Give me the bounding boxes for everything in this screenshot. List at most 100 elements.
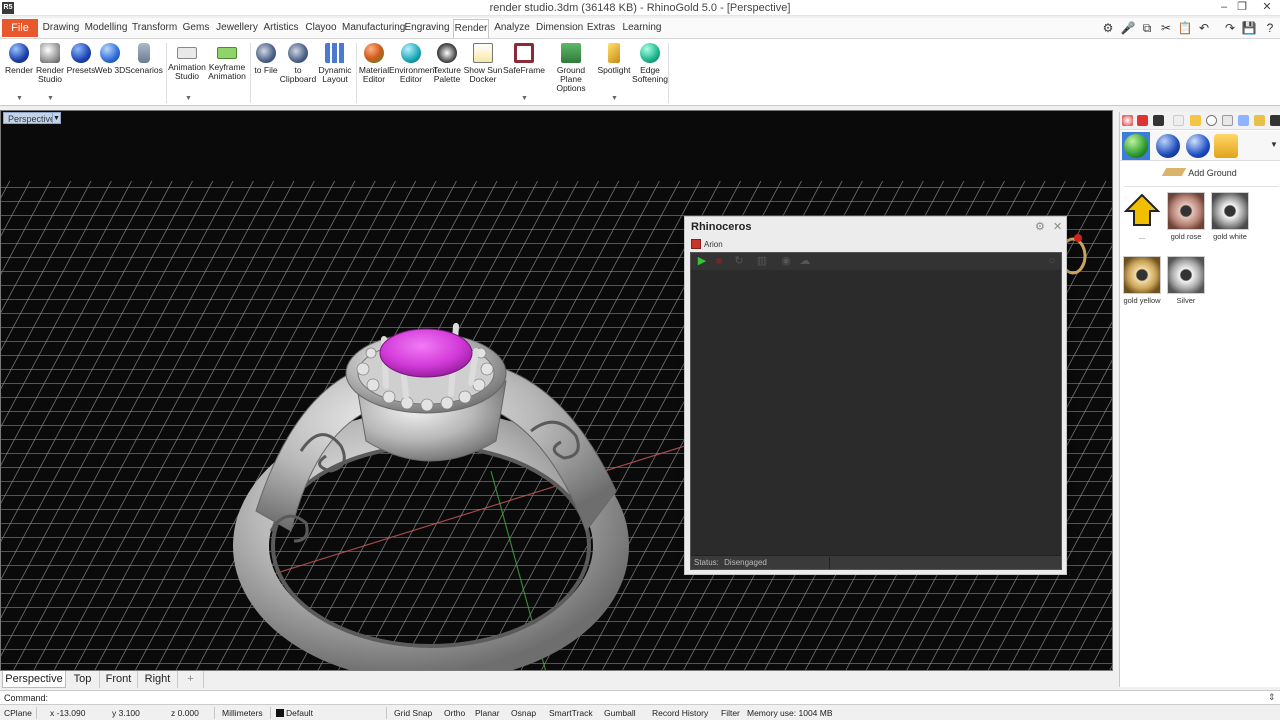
tab-analyze[interactable]: Analyze xyxy=(492,19,532,38)
view-tab-perspective[interactable]: Perspective xyxy=(2,671,66,688)
tab-arion[interactable]: Arion xyxy=(691,238,723,251)
tab-modelling[interactable]: Modelling xyxy=(84,19,128,38)
render-settings-icon[interactable] xyxy=(1270,115,1280,126)
tab-jewellery[interactable]: Jewellery xyxy=(216,19,258,38)
tab-render[interactable]: Render xyxy=(453,19,489,38)
panel-icon[interactable] xyxy=(1173,115,1184,126)
chevron-down-icon[interactable]: ▼ xyxy=(16,95,23,102)
save-render-icon[interactable]: ☁ xyxy=(799,255,811,267)
safeframe-icon xyxy=(514,43,534,63)
scenarios-button[interactable]: Scenarios xyxy=(122,43,166,75)
chevron-down-icon[interactable]: ▼ xyxy=(611,95,618,102)
add-ground-button[interactable]: Add Ground xyxy=(1120,164,1280,182)
folder-icon[interactable] xyxy=(1254,115,1265,126)
layer-label[interactable]: Default xyxy=(286,708,313,718)
tab-transform[interactable]: Transform xyxy=(132,19,177,38)
ortho-toggle[interactable]: Ortho xyxy=(444,708,465,718)
smarttrack-toggle[interactable]: SmartTrack xyxy=(549,708,593,718)
view-tab-top[interactable]: Top xyxy=(66,671,100,688)
view-tab-front[interactable]: Front xyxy=(100,671,138,688)
material-swatch[interactable]: ... xyxy=(1120,192,1164,242)
panel-title: Rhinoceros xyxy=(691,221,752,233)
gear-icon[interactable]: ⚙ xyxy=(1035,220,1045,233)
edge-softening-button[interactable]: Edge Softening xyxy=(628,43,672,84)
dynamic-layout-button[interactable]: Dynamic Layout xyxy=(313,43,357,84)
chevron-down-icon[interactable]: ▼ xyxy=(52,112,61,124)
material-swatch-silver[interactable]: Silver xyxy=(1164,256,1208,306)
view-tab-right[interactable]: Right xyxy=(138,671,178,688)
settings-icon[interactable]: ⚙ xyxy=(1100,20,1116,36)
gold-yellow-preview xyxy=(1123,256,1161,294)
material-swatch-gold-yellow[interactable]: gold yellow xyxy=(1120,256,1164,306)
tab-extras[interactable]: Extras xyxy=(584,19,618,38)
notes-icon[interactable] xyxy=(1222,115,1233,126)
gumball-toggle[interactable]: Gumball xyxy=(604,708,636,718)
camera-icon[interactable]: ◉ xyxy=(780,255,792,267)
x-coordinate: x -13.090 xyxy=(50,708,86,718)
cplane-label[interactable]: CPlane xyxy=(4,708,32,718)
environment-icon[interactable] xyxy=(1156,134,1180,158)
refresh-icon[interactable]: ↻ xyxy=(733,255,745,267)
planar-toggle[interactable]: Planar xyxy=(475,708,500,718)
help-icon[interactable]: ? xyxy=(1262,20,1278,36)
cut-icon[interactable]: ✂ xyxy=(1158,20,1174,36)
tab-learning[interactable]: Learning xyxy=(622,19,662,38)
save-icon[interactable]: 💾 xyxy=(1241,20,1257,36)
safeframe-button[interactable]: SafeFrame xyxy=(502,43,546,75)
record-history-toggle[interactable]: Record History xyxy=(652,708,708,718)
environment-icon xyxy=(401,43,421,63)
minimize-icon[interactable]: – xyxy=(1216,0,1232,16)
up-arrow-icon xyxy=(1123,192,1161,230)
osnap-toggle[interactable]: Osnap xyxy=(511,708,536,718)
close-icon[interactable]: ✕ xyxy=(1256,0,1278,16)
stats-icon[interactable]: ▥ xyxy=(756,255,768,267)
units-label[interactable]: Millimeters xyxy=(222,708,263,718)
stop-icon[interactable]: ■ xyxy=(713,255,725,267)
chevron-down-icon[interactable]: ▼ xyxy=(185,95,192,102)
chevron-down-icon[interactable]: ▼ xyxy=(47,95,54,102)
paste-icon[interactable]: 📋 xyxy=(1177,20,1193,36)
grid-snap-toggle[interactable]: Grid Snap xyxy=(394,708,432,718)
settings-circle-icon[interactable]: ○ xyxy=(1046,255,1058,267)
layers-icon[interactable] xyxy=(1137,115,1148,126)
play-sphere-icon[interactable] xyxy=(1186,134,1210,158)
ground-plane-options-button[interactable]: Ground Plane Options xyxy=(549,43,593,93)
properties-icon[interactable] xyxy=(1122,115,1133,126)
chevron-up-down-icon[interactable]: ⇕ xyxy=(1268,692,1276,703)
undo-icon[interactable]: ↶ xyxy=(1196,20,1212,36)
copy-icon[interactable]: ⧉ xyxy=(1139,20,1155,36)
keyframe-animation-button[interactable]: Keyframe Animation xyxy=(205,43,249,81)
microphone-icon[interactable]: 🎤 xyxy=(1120,20,1136,36)
display-icon[interactable] xyxy=(1153,115,1164,126)
material-swatch-gold-rose[interactable]: gold rose xyxy=(1164,192,1208,242)
redo-icon[interactable]: ↷ xyxy=(1222,20,1238,36)
materials-icon[interactable] xyxy=(1124,134,1148,158)
tab-clayoo[interactable]: Clayoo xyxy=(304,19,338,38)
tab-file[interactable]: File xyxy=(2,19,38,37)
material-swatch-gold-white[interactable]: gold white xyxy=(1208,192,1252,242)
command-line[interactable]: Command: ⇕ xyxy=(0,690,1280,705)
animation-studio-button[interactable]: Animation Studio xyxy=(165,43,209,81)
sun-icon xyxy=(473,43,493,63)
sun-icon[interactable] xyxy=(1190,115,1201,126)
add-view-button[interactable]: + xyxy=(178,671,204,688)
tab-dimension[interactable]: Dimension xyxy=(536,19,583,38)
camera-clipboard-icon xyxy=(288,43,308,63)
play-icon[interactable]: ▶ xyxy=(696,255,708,267)
tab-gems[interactable]: Gems xyxy=(180,19,212,38)
folder-icon[interactable] xyxy=(1214,134,1238,158)
filter-toggle[interactable]: Filter xyxy=(721,708,740,718)
chevron-down-icon[interactable]: ▼ xyxy=(521,95,528,102)
status-label: Status: xyxy=(694,558,719,567)
tab-artistics[interactable]: Artistics xyxy=(262,19,300,38)
library-icon[interactable] xyxy=(1238,115,1249,126)
chevron-down-icon[interactable]: ▼ xyxy=(1270,140,1278,149)
tab-drawing[interactable]: Drawing xyxy=(42,19,80,38)
close-icon[interactable]: ✕ xyxy=(1053,220,1062,233)
tab-manufacturing[interactable]: Manufacturing xyxy=(342,19,405,38)
maximize-icon[interactable]: ❐ xyxy=(1234,0,1250,16)
tab-engraving[interactable]: Engraving xyxy=(404,19,450,38)
show-sun-docker-button[interactable]: Show Sun Docker xyxy=(461,43,505,84)
layer-color-swatch[interactable] xyxy=(276,709,284,717)
help-icon[interactable] xyxy=(1206,115,1217,126)
